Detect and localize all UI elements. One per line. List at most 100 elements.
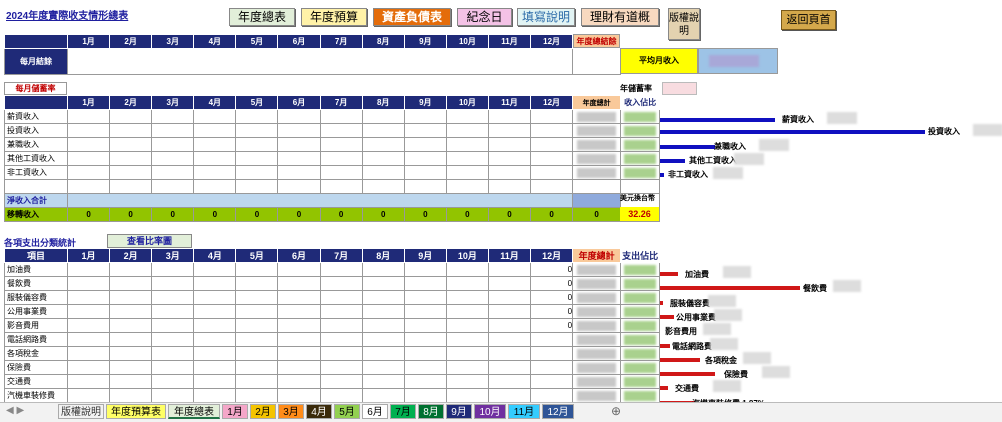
expense-cell[interactable]	[193, 290, 237, 305]
expense-total-cell[interactable]	[572, 332, 622, 347]
income-cell[interactable]	[277, 137, 321, 152]
annual-total-button[interactable]: 年度總表	[229, 8, 295, 26]
expense-cell[interactable]	[235, 388, 279, 403]
expense-share-cell[interactable]	[620, 346, 661, 361]
expense-cell[interactable]	[193, 262, 237, 277]
income-cell[interactable]	[193, 137, 237, 152]
expense-cell[interactable]: 0	[530, 290, 574, 305]
expense-cell[interactable]	[151, 332, 195, 347]
income-cell[interactable]	[277, 151, 321, 166]
expense-cell[interactable]	[361, 262, 405, 277]
income-cell[interactable]	[361, 151, 405, 166]
expense-cell[interactable]	[235, 318, 279, 333]
expense-cell[interactable]	[277, 290, 321, 305]
net-income-total[interactable]	[572, 193, 622, 208]
expense-cell[interactable]	[109, 346, 153, 361]
expense-cell[interactable]	[193, 374, 237, 389]
income-cell[interactable]	[109, 123, 153, 138]
expense-total-cell[interactable]	[572, 374, 622, 389]
expense-cell[interactable]	[319, 262, 363, 277]
expense-cell[interactable]	[235, 332, 279, 347]
expense-cell[interactable]	[151, 304, 195, 319]
income-total-cell[interactable]	[572, 123, 622, 138]
expense-share-cell[interactable]	[620, 262, 661, 277]
expense-cell[interactable]	[403, 332, 447, 347]
income-cell[interactable]	[487, 109, 532, 124]
net-income-span[interactable]	[66, 193, 574, 208]
expense-cell[interactable]	[530, 332, 574, 347]
expense-cell[interactable]	[277, 388, 321, 403]
expense-cell[interactable]	[445, 304, 489, 319]
income-cell[interactable]	[530, 165, 574, 180]
transfer-value[interactable]: 0	[151, 207, 195, 222]
expense-total-cell[interactable]	[572, 360, 622, 375]
sheet-tab[interactable]: 3月	[278, 404, 304, 419]
income-cell[interactable]	[445, 123, 489, 138]
income-cell[interactable]	[445, 137, 489, 152]
income-total-cell[interactable]	[572, 109, 622, 124]
income-cell[interactable]	[403, 165, 447, 180]
income-cell[interactable]	[530, 151, 574, 166]
expense-cell[interactable]: 0	[530, 318, 574, 333]
expense-cell[interactable]	[530, 346, 574, 361]
sheet-tab[interactable]: 8月	[418, 404, 444, 419]
expense-cell[interactable]	[361, 332, 405, 347]
expense-cell[interactable]	[277, 374, 321, 389]
expense-cell[interactable]	[319, 332, 363, 347]
expense-cell[interactable]	[109, 276, 153, 291]
sheet-tab[interactable]: 10月	[474, 404, 506, 419]
expense-cell[interactable]: 0	[530, 304, 574, 319]
sheet-tab[interactable]: 4月	[306, 404, 332, 419]
income-cell[interactable]	[277, 109, 321, 124]
expense-cell[interactable]	[487, 388, 532, 403]
income-cell[interactable]	[193, 151, 237, 166]
expense-cell[interactable]	[530, 360, 574, 375]
expense-cell[interactable]	[487, 304, 532, 319]
income-cell[interactable]	[235, 165, 279, 180]
expense-cell[interactable]	[193, 360, 237, 375]
expense-cell[interactable]	[235, 360, 279, 375]
sheet-tab[interactable]: 2月	[250, 404, 276, 419]
income-cell[interactable]	[445, 151, 489, 166]
income-cell[interactable]	[487, 165, 532, 180]
expense-cell[interactable]	[235, 262, 279, 277]
income-cell[interactable]	[487, 151, 532, 166]
expense-cell[interactable]	[277, 360, 321, 375]
income-cell[interactable]	[361, 165, 405, 180]
expense-cell[interactable]	[66, 346, 111, 361]
annual-budget-button[interactable]: 年度預算	[301, 8, 367, 26]
income-cell[interactable]	[530, 137, 574, 152]
expense-cell[interactable]	[487, 276, 532, 291]
expense-total-cell[interactable]	[572, 304, 622, 319]
expense-cell[interactable]	[193, 304, 237, 319]
expense-cell[interactable]	[361, 360, 405, 375]
income-cell[interactable]	[487, 137, 532, 152]
expense-cell[interactable]	[445, 318, 489, 333]
expense-cell[interactable]	[277, 318, 321, 333]
income-cell[interactable]	[151, 109, 195, 124]
expense-cell[interactable]	[319, 304, 363, 319]
expense-cell[interactable]	[403, 276, 447, 291]
expense-cell[interactable]	[361, 318, 405, 333]
income-cell[interactable]	[109, 109, 153, 124]
income-cell[interactable]	[403, 109, 447, 124]
expense-cell[interactable]	[487, 262, 532, 277]
expense-cell[interactable]	[361, 346, 405, 361]
income-cell[interactable]	[361, 109, 405, 124]
expense-cell[interactable]	[445, 290, 489, 305]
income-cell[interactable]	[151, 137, 195, 152]
expense-cell[interactable]	[403, 374, 447, 389]
transfer-value[interactable]: 0	[66, 207, 111, 222]
expense-cell[interactable]	[66, 304, 111, 319]
expense-cell[interactable]	[487, 332, 532, 347]
income-cell[interactable]	[319, 109, 363, 124]
expense-cell[interactable]	[151, 318, 195, 333]
expense-cell[interactable]	[66, 290, 111, 305]
expense-cell[interactable]	[235, 374, 279, 389]
expense-cell[interactable]	[277, 332, 321, 347]
tab-scroll-arrows[interactable]: ◀ ▶	[6, 405, 24, 416]
income-cell[interactable]	[319, 137, 363, 152]
income-cell[interactable]	[403, 137, 447, 152]
expense-cell[interactable]	[530, 388, 574, 403]
income-share-cell[interactable]	[620, 165, 661, 180]
